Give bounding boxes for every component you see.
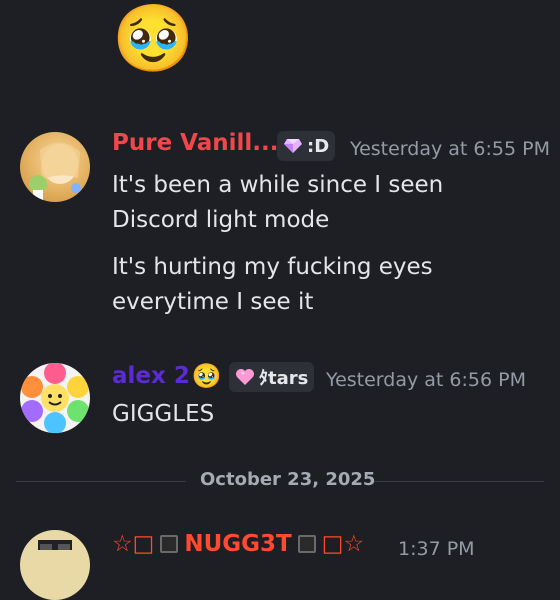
avatar[interactable] xyxy=(20,363,90,433)
username: NUGG3T xyxy=(184,531,292,557)
username[interactable]: Pure Vanill... xyxy=(112,130,278,156)
avatar-art xyxy=(29,142,81,200)
message-line: It's been a while since I seen xyxy=(112,172,444,198)
message-line: Discord light mode xyxy=(112,207,330,233)
black-square-icon xyxy=(297,535,316,553)
avatar[interactable] xyxy=(20,132,90,202)
message-line: It's hurting my fucking eyes xyxy=(112,254,433,280)
avatar-art xyxy=(38,540,72,550)
gem-icon xyxy=(284,139,302,153)
top-emoji: 🥹 xyxy=(112,0,195,77)
server-tag-text: ﾀtars xyxy=(259,368,309,389)
divider-line xyxy=(374,481,544,482)
avatar[interactable] xyxy=(20,530,90,600)
server-tag-text: :D xyxy=(307,135,330,157)
timestamp[interactable]: 1:37 PM xyxy=(398,538,475,560)
date-divider: October 23, 2025 xyxy=(200,469,376,490)
username-wrap[interactable]: alex 2 🥹 xyxy=(112,362,222,390)
avatar-art xyxy=(21,363,89,433)
divider-line xyxy=(16,481,186,482)
username-emoji: 🥹 xyxy=(191,362,222,390)
message-line: everytime I see it xyxy=(112,289,314,315)
server-tag[interactable]: :D xyxy=(277,131,336,161)
username: alex 2 xyxy=(112,363,190,389)
username-prefix: ☆□ xyxy=(112,531,155,557)
username-suffix: □☆ xyxy=(321,531,365,557)
message-line: GIGGLES xyxy=(112,401,215,427)
username-wrap[interactable]: ☆□ NUGG3T □☆ xyxy=(112,531,364,557)
timestamp[interactable]: Yesterday at 6:55 PM xyxy=(350,138,550,160)
black-square-icon xyxy=(160,535,179,553)
server-tag[interactable]: ﾀtars xyxy=(229,362,315,392)
heart-icon xyxy=(236,369,254,385)
timestamp[interactable]: Yesterday at 6:56 PM xyxy=(326,369,526,391)
